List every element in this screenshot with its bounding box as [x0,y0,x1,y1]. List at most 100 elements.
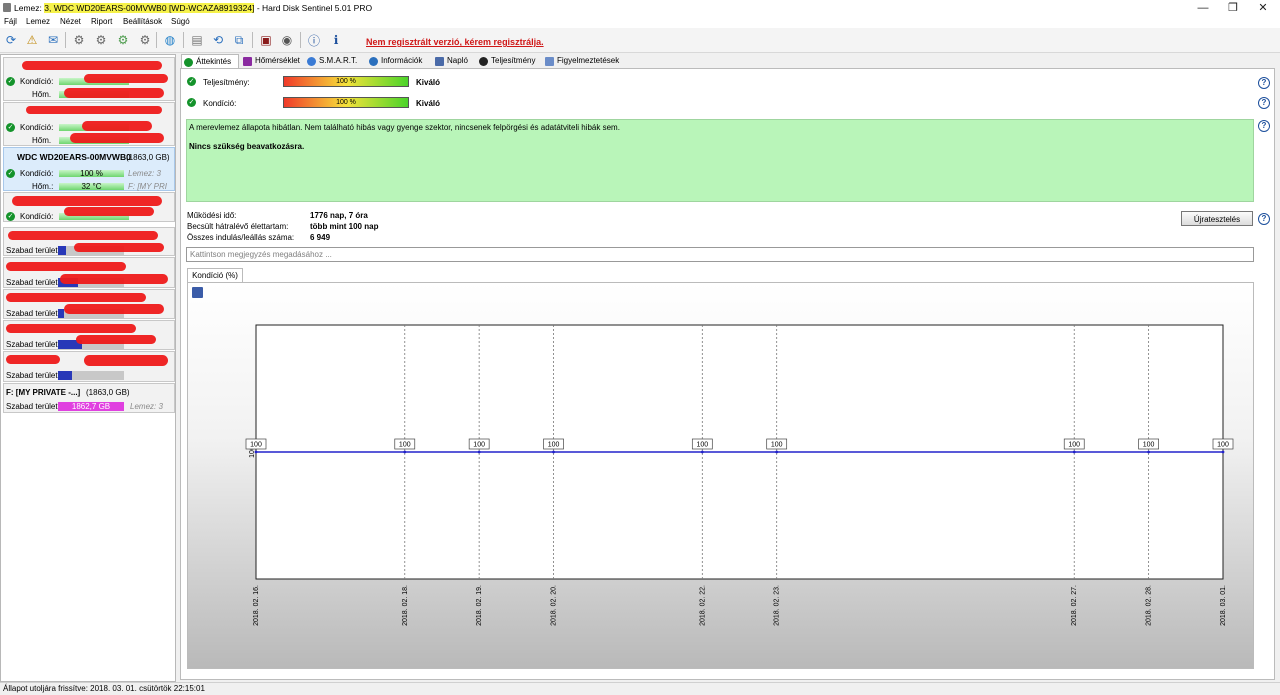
start-stop-value: 6 949 [310,233,331,242]
refresh-icon[interactable]: ⟳ [3,32,19,48]
report-icon[interactable]: ▣ [258,32,274,48]
sync-icon[interactable]: ⟲ [210,32,226,48]
data-point [254,450,258,454]
document-icon[interactable]: ▤ [189,32,205,48]
info-icon[interactable]: ℹ [328,32,344,48]
data-label: 100 [473,442,485,449]
disk-item-selected[interactable]: WDC WD20EARS-00MVWB0 (1863,0 GB) ✓ Kondí… [3,147,175,191]
temperature-label: Hőm. [32,90,52,99]
menu-view[interactable]: Nézet [60,17,81,26]
x-tick-label: 2018. 02. 18. [402,585,409,626]
disk-list-panel: ✓ Kondíció: Hőm. ✓ Kondíció: Hőm. WDC WD… [0,54,176,682]
disk-item[interactable]: ✓ Kondíció: [3,192,175,222]
free-space-label: Szabad terület [6,340,58,349]
log-icon [435,57,444,66]
uptime-label: Működési idő: [187,211,237,220]
disk-ok-icon[interactable]: ⚙ [115,32,131,48]
volume-size: (1863,0 GB) [86,388,130,397]
volume-item[interactable]: F: [MY PRIVATE -...] (1863,0 GB) Szabad … [3,383,175,413]
data-point [403,450,407,454]
free-space-label: Szabad terület [6,246,58,255]
data-point [700,450,704,454]
note-input[interactable]: Kattintson megjegyzés megadásához ... [186,247,1254,262]
menu-settings[interactable]: Beállítások [123,17,162,26]
thermometer-icon [243,57,252,66]
start-stop-label: Összes indulás/leállás száma: [187,233,295,242]
data-point [477,450,481,454]
redaction [84,355,168,366]
ok-check-icon: ✓ [6,169,15,178]
tab-log[interactable]: Napló [433,54,473,68]
toolbar: ⟳ ⚠ ✉ ⚙ ⚙ ⚙ ⚙ ◍ ▤ ⟲ ⧉ ▣ ◉ ⓘ ℹ Nem regisz… [0,28,1280,53]
tab-temperature[interactable]: Hőmérséklet [241,54,303,68]
redaction [22,61,162,70]
data-point [775,450,779,454]
volume-item[interactable]: Szabad terület [3,257,175,288]
help-icon[interactable]: ? [1258,213,1270,225]
uptime-value: 1776 nap, 7 óra [310,211,368,220]
mail-icon[interactable]: ✉ [45,32,61,48]
title-prefix: Lemez: [14,3,45,13]
temperature-label: Hőm.: [32,182,54,191]
network-icon[interactable]: ⧉ [231,32,247,48]
smart-icon [307,57,316,66]
temperature-value: 32 °C [81,182,102,191]
volume-item[interactable]: Szabad terület [3,227,175,256]
condition-label: Kondíció: [20,169,54,178]
disk-check-icon[interactable]: ⚙ [93,32,109,48]
data-label: 100 [1068,442,1080,449]
menu-disk[interactable]: Lemez [26,17,50,26]
disk-tool-icon[interactable]: ⚙ [137,32,153,48]
redaction [64,88,164,98]
alert-doc-icon [545,57,554,66]
redaction [70,133,164,143]
help-icon[interactable]: ? [1258,97,1270,109]
condition-label: Kondíció: [20,123,54,132]
disk-item[interactable]: ✓ Kondíció: Hőm. [3,57,175,101]
redaction [8,231,158,240]
unregistered-link[interactable]: Nem regisztrált verzió, kérem regisztrál… [366,37,544,47]
help-icon[interactable]: ? [1258,120,1270,132]
redaction [60,274,168,284]
volume-item[interactable]: Szabad terület [3,289,175,319]
free-space-label: Szabad terület [6,309,58,318]
condition-meter: 100 % [283,97,409,108]
redaction [26,106,162,114]
tab-alerts[interactable]: Figyelmeztetések [543,54,623,68]
toolbar-separator [156,32,157,48]
title-disk: 3, WDC WD20EARS-00MVWB0 [WD-WCAZA8919324… [44,3,255,13]
tab-overview[interactable]: Áttekintés [181,54,239,69]
tab-performance[interactable]: Teljesítmény [477,54,539,68]
disk-test-icon[interactable]: ⚙ [71,32,87,48]
data-label: 100 [771,442,783,449]
globe-icon[interactable]: ◍ [162,32,178,48]
data-point [1221,450,1225,454]
disk-item[interactable]: ✓ Kondíció: Hőm. [3,102,175,146]
disk-size: (1863,0 GB) [126,153,170,162]
volume-item[interactable]: Szabad terület [3,320,175,350]
alert-icon[interactable]: ⚠ [24,32,40,48]
free-space-label: Szabad terület [6,278,58,287]
volume-item[interactable]: Szabad terület [3,351,175,382]
toolbar-separator [300,32,301,48]
help-icon[interactable]: ? [1258,77,1270,89]
menu-report[interactable]: Riport [91,17,112,26]
settings-icon[interactable]: ◉ [279,32,295,48]
maximize-button[interactable]: ❐ [1218,1,1248,15]
redaction [6,262,126,271]
minimize-button[interactable]: — [1188,1,1218,15]
help-icon[interactable]: ⓘ [306,32,322,48]
disk-number: Lemez: 3 [130,402,163,411]
tab-smart[interactable]: S.M.A.R.T. [305,54,363,68]
tab-condition-chart[interactable]: Kondíció (%) [187,268,243,282]
app-icon [3,3,11,12]
menu-help[interactable]: Súgó [171,17,190,26]
retest-button[interactable]: Újratesztelés [1181,211,1253,226]
menu-file[interactable]: Fájl [4,17,17,26]
x-tick-label: 2018. 02. 16. [253,585,260,626]
redaction [76,335,156,344]
redaction [64,207,154,216]
condition-label: Kondíció: [20,212,54,221]
close-button[interactable]: ✕ [1248,1,1278,15]
tab-information[interactable]: Információk [367,54,429,68]
